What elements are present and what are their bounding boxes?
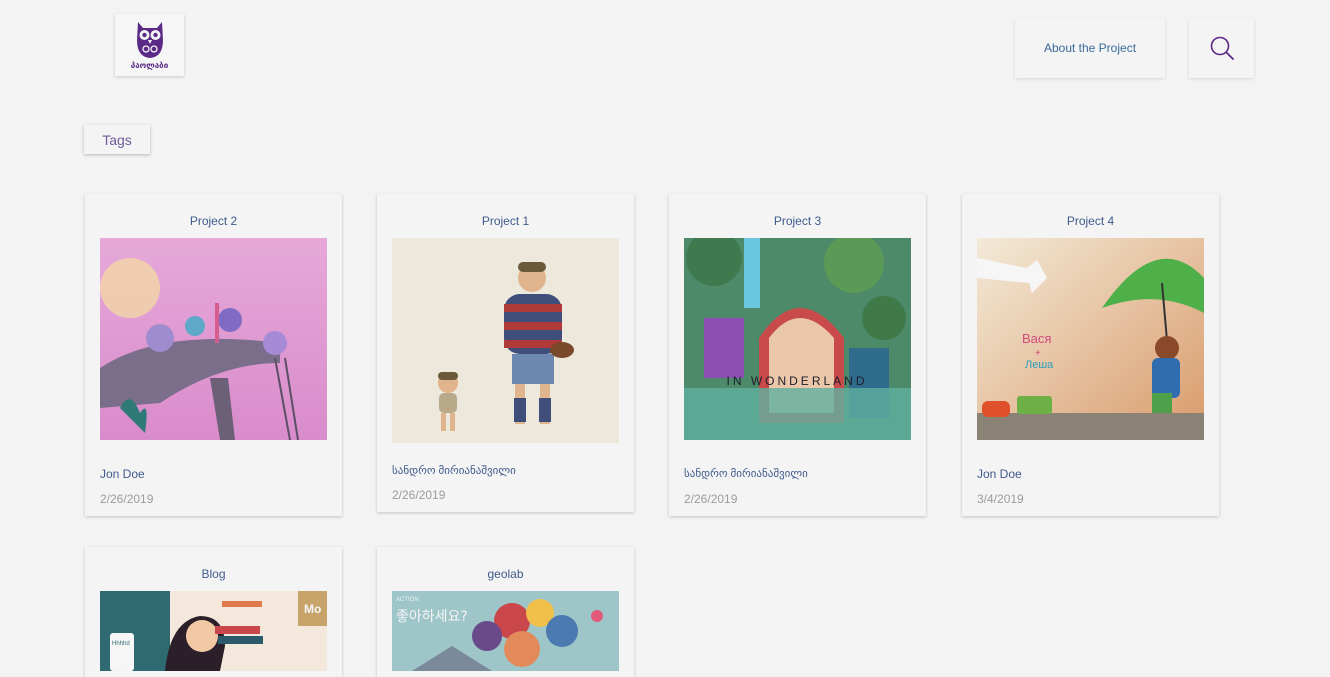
image-text: + — [1035, 348, 1041, 359]
search-icon — [1210, 36, 1234, 60]
project-thumbnail[interactable]: Вася + Леша — [977, 238, 1204, 440]
project-date: 2/26/2019 — [392, 488, 446, 502]
project-date: 2/26/2019 — [684, 492, 738, 506]
project-thumbnail[interactable]: IN WONDERLAND — [684, 238, 911, 440]
project-author[interactable]: სანდრო მირიანაშვილი — [392, 464, 516, 477]
image-text: 좋아하세요? — [396, 609, 468, 625]
project-date: 2/26/2019 — [100, 492, 154, 506]
project-title[interactable]: Project 2 — [85, 214, 342, 228]
tags-button[interactable]: Tags — [84, 125, 150, 154]
project-card[interactable]: Project 2 Jon Doe 2/26/2019 — [85, 194, 342, 516]
project-title[interactable]: Project 4 — [962, 214, 1219, 228]
site-logo[interactable]: პაოლაბი — [115, 14, 184, 76]
project-author[interactable]: სანდრო მირიანაშვილი — [684, 467, 808, 480]
project-card[interactable]: Project 4 Вася + Леша Jon Doe 3/4/2019 — [962, 194, 1219, 516]
image-text: IN WONDERLAND — [726, 374, 867, 388]
project-title[interactable]: Project 1 — [377, 214, 634, 228]
project-card[interactable]: Project 1 სანდრო მირიანაშვილი 2/26/2019 — [377, 194, 634, 512]
project-title[interactable]: geolab — [377, 567, 634, 581]
project-title[interactable]: Blog — [85, 567, 342, 581]
image-text: Вася — [1022, 331, 1051, 346]
image-text: Mo — [304, 602, 321, 616]
search-button[interactable] — [1189, 18, 1254, 78]
project-author[interactable]: Jon Doe — [100, 467, 145, 481]
project-card[interactable]: Blog Mo Hhhhd — [85, 547, 342, 677]
image-text: Hhhhd — [112, 641, 130, 647]
project-thumbnail[interactable]: Mo Hhhhd — [100, 591, 327, 671]
project-thumbnail[interactable] — [100, 238, 327, 440]
project-author[interactable]: Jon Doe — [977, 467, 1022, 481]
logo-text: პაოლაბი — [130, 61, 169, 70]
project-title[interactable]: Project 3 — [669, 214, 926, 228]
project-thumbnail[interactable]: ACTION 좋아하세요? — [392, 591, 619, 671]
project-card[interactable]: Project 3 IN WONDERLAND სანდრო მირიანაშვ… — [669, 194, 926, 516]
image-text: Леша — [1025, 359, 1054, 371]
project-date: 3/4/2019 — [977, 492, 1024, 506]
project-thumbnail[interactable] — [392, 238, 619, 443]
project-card[interactable]: geolab ACTION 좋아하세요? — [377, 547, 634, 677]
owl-logo-icon — [136, 22, 163, 58]
image-text: ACTION — [396, 597, 419, 603]
about-project-button[interactable]: About the Project — [1015, 18, 1165, 78]
